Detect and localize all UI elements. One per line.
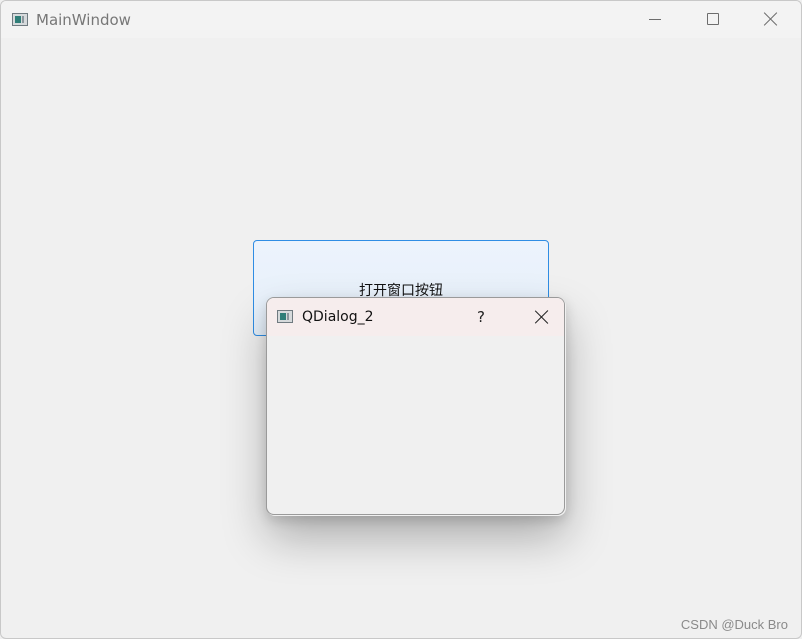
maximize-icon [707,13,719,25]
close-icon [535,310,549,324]
close-button[interactable] [742,1,800,38]
main-titlebar[interactable]: MainWindow [1,1,801,38]
qdialog-window: QDialog_2 ? [266,297,565,515]
dialog-titlebar[interactable]: QDialog_2 ? [267,298,564,336]
main-window-title: MainWindow [36,11,131,29]
watermark: CSDN @Duck Bro [680,617,788,632]
maximize-button[interactable] [684,1,742,38]
dialog-close-button[interactable] [519,298,564,336]
dialog-title: QDialog_2 [302,309,374,325]
minimize-icon [649,19,661,20]
help-button[interactable]: ? [463,298,499,336]
dialog-app-icon [277,310,293,323]
close-icon [764,12,778,26]
minimize-button[interactable] [626,1,684,38]
app-icon [12,13,28,26]
